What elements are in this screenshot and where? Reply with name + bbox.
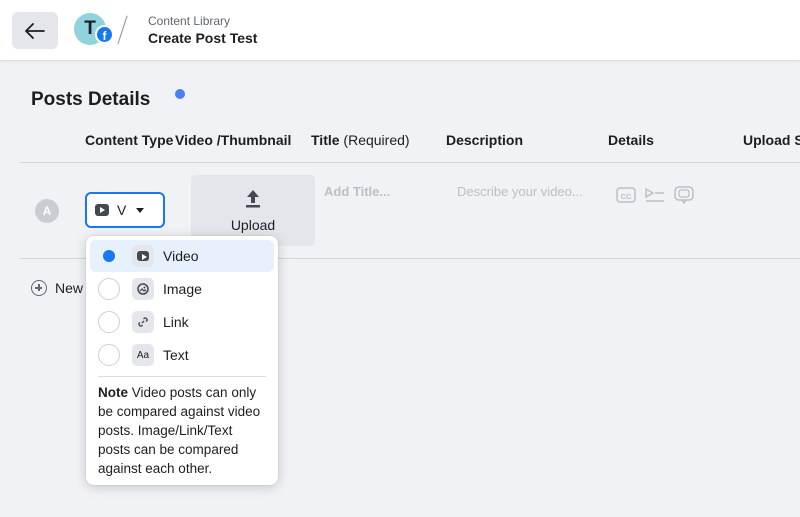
link-icon [132,311,154,333]
video-icon [95,204,109,216]
dropdown-option-image[interactable]: Image [90,273,274,305]
status-dot [175,89,185,99]
new-variant-button[interactable]: New [31,280,83,296]
page-title: Create Post Test [148,30,258,46]
breadcrumb-parent[interactable]: Content Library [148,14,230,28]
dropdown-separator [98,376,266,377]
back-button[interactable] [12,12,58,49]
text-icon: Aa [132,344,154,366]
dropdown-option-link[interactable]: Link [90,306,274,338]
radio-unselected[interactable] [98,311,120,333]
content-type-value: V [117,202,127,218]
video-icon [132,245,154,267]
caret-down-icon [136,207,145,213]
dropdown-option-label: Link [163,314,189,330]
column-header-title-main: Title [311,132,340,148]
dropdown-option-label: Video [163,248,199,264]
radio-unselected[interactable] [98,344,120,366]
column-header-description: Description [446,132,524,148]
plus-circle-icon [31,280,47,296]
svg-text:CC: CC [621,192,632,201]
header-divider [20,162,800,163]
content-type-select[interactable]: V [85,192,165,228]
arrow-left-icon [25,22,45,39]
column-header-details: Details [608,132,654,148]
breadcrumb-separator [117,15,128,45]
closed-captions-icon[interactable]: CC [616,186,636,204]
playlist-icon[interactable] [645,186,665,204]
chat-bubble-icon[interactable] [674,186,694,204]
dropdown-option-label: Image [163,281,202,297]
new-variant-label: New [55,280,84,296]
content-type-dropdown: Video Image Link Aa Text Note Video post… [86,236,278,485]
column-header-title-suffix: (Required) [343,132,410,148]
upload-label: Upload [230,216,276,233]
note-heading: Note [98,385,128,400]
column-header-upload-status: Upload St [743,132,800,148]
radio-selected[interactable] [98,245,120,267]
facebook-badge-icon: f [95,25,114,44]
dropdown-option-video[interactable]: Video [90,240,274,272]
section-title: Posts Details [31,89,151,110]
description-input[interactable]: Describe your video... [457,184,583,199]
image-icon [132,278,154,300]
column-header-video-thumbnail: Video /Thumbnail [175,132,292,148]
top-bar: T f Content Library Create Post Test [0,0,800,61]
dropdown-option-text[interactable]: Aa Text [90,339,274,371]
dropdown-option-label: Text [163,347,189,363]
column-header-content-type: Content Type [85,132,174,148]
row-variant-badge: A [35,199,59,223]
radio-unselected[interactable] [98,278,120,300]
title-input[interactable]: Add Title... [324,184,390,199]
column-header-title: Title (Required) [311,132,410,148]
upload-icon [246,189,260,207]
dropdown-note: Note Video posts can only be compared ag… [90,383,274,478]
